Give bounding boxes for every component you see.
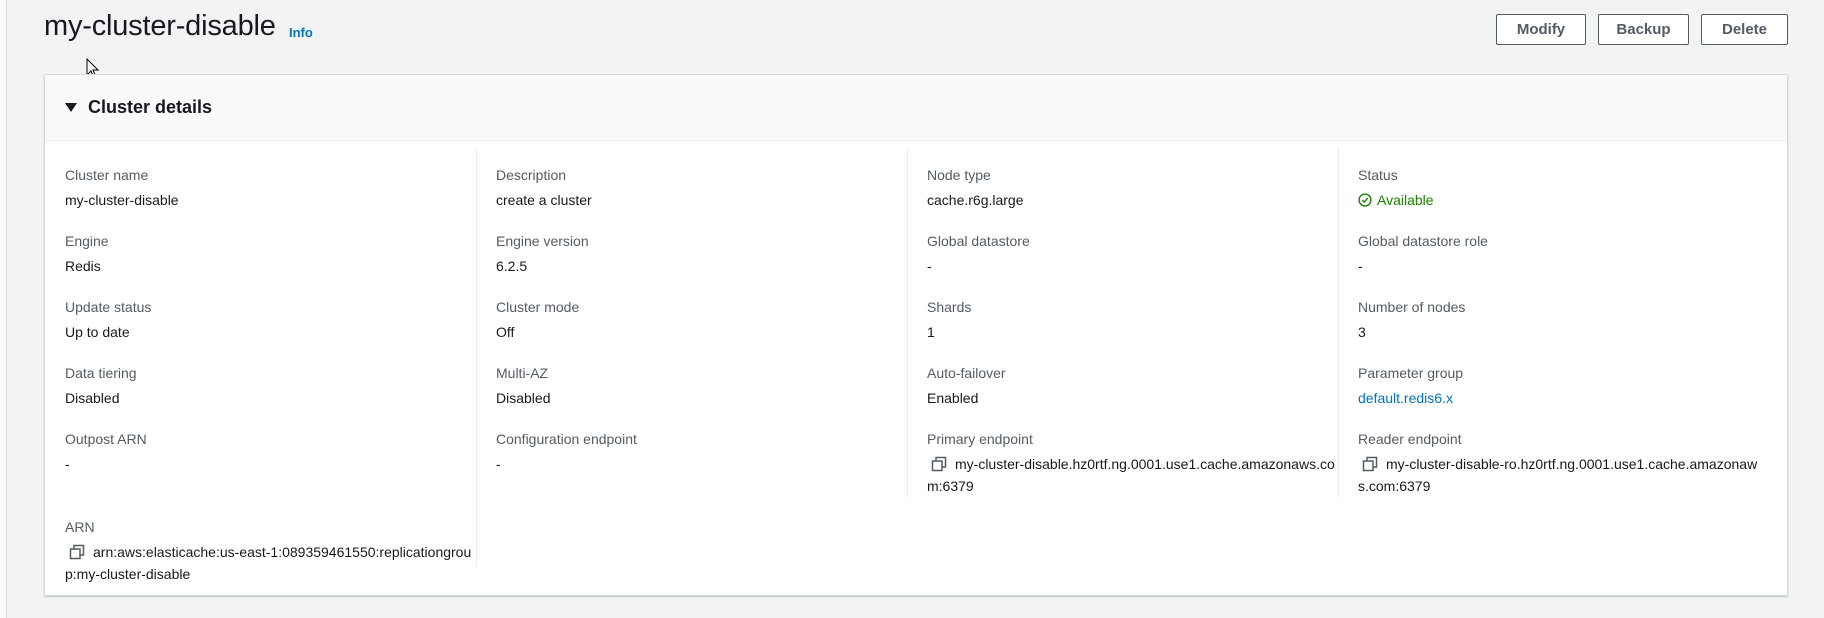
arn-value: arn:aws:elasticache:us-east-1:0893594615… [65, 541, 475, 585]
reader-endpoint-text: my-cluster-disable-ro.hz0rtf.ng.0001.use… [1358, 456, 1758, 494]
reader-endpoint-value: my-cluster-disable-ro.hz0rtf.ng.0001.use… [1358, 453, 1768, 497]
field-label: Auto-failover [927, 365, 1006, 381]
field-engine: Engine Redis [65, 232, 465, 277]
field-value: cache.r6g.large [927, 192, 1024, 208]
delete-button[interactable]: Delete [1701, 14, 1788, 45]
field-label: Engine version [496, 233, 589, 249]
field-label: Configuration endpoint [496, 431, 637, 447]
details-grid: Cluster name my-cluster-disable Engine R… [45, 141, 1787, 595]
primary-endpoint-value: my-cluster-disable.hz0rtf.ng.0001.use1.c… [927, 453, 1337, 497]
field-label: Description [496, 167, 567, 183]
field-label: Cluster name [65, 167, 149, 183]
field-arn: ARN arn:aws:elasticache:us-east-1:089359… [65, 518, 471, 585]
arn-text: arn:aws:elasticache:us-east-1:0893594615… [65, 544, 472, 582]
field-reader-endpoint: Reader endpoint my-cluster-disable-ro.hz… [1358, 430, 1758, 497]
status-text: Available [1377, 192, 1434, 208]
field-value: 6.2.5 [496, 258, 528, 274]
page-title: my-cluster-disable [44, 10, 276, 42]
cluster-details-toggle[interactable]: Cluster details [45, 75, 1787, 141]
field-primary-endpoint: Primary endpoint my-cluster-disable.hz0r… [927, 430, 1335, 497]
info-link[interactable]: Info [289, 25, 313, 40]
field-engine-version: Engine version 6.2.5 [496, 232, 896, 277]
field-value: Off [496, 324, 515, 340]
field-multi-az: Multi-AZ Disabled [496, 364, 896, 409]
field-value: 1 [927, 324, 935, 340]
field-global-datastore-role: Global datastore role - [1358, 232, 1758, 277]
field-label: Data tiering [65, 365, 137, 381]
field-label: Outpost ARN [65, 431, 147, 447]
copy-icon[interactable] [69, 544, 85, 560]
field-label: ARN [65, 519, 95, 535]
details-column-2: Description create a cluster Engine vers… [476, 141, 907, 595]
field-label: Update status [65, 299, 152, 315]
copy-icon[interactable] [931, 456, 947, 472]
field-value: Up to date [65, 324, 130, 340]
parameter-group-link[interactable]: default.redis6.x [1358, 387, 1758, 409]
status-value: Available [1358, 189, 1758, 211]
field-value: Disabled [65, 390, 120, 406]
field-cluster-name: Cluster name my-cluster-disable [65, 166, 465, 211]
field-outpost-arn: Outpost ARN - [65, 430, 465, 475]
field-label: Node type [927, 167, 991, 183]
field-number-of-nodes: Number of nodes 3 [1358, 298, 1758, 343]
panel-title: Cluster details [88, 97, 213, 117]
field-update-status: Update status Up to date [65, 298, 465, 343]
field-label: Shards [927, 299, 972, 315]
check-circle-icon [1358, 193, 1372, 207]
field-value: - [1358, 258, 1363, 274]
field-label: Multi-AZ [496, 365, 549, 381]
modify-button[interactable]: Modify [1496, 14, 1586, 45]
field-data-tiering: Data tiering Disabled [65, 364, 465, 409]
field-value: Disabled [496, 390, 551, 406]
field-label: Global datastore role [1358, 233, 1488, 249]
field-label: Primary endpoint [927, 431, 1033, 447]
field-global-datastore: Global datastore - [927, 232, 1327, 277]
caret-down-icon [65, 103, 77, 112]
field-value: Redis [65, 258, 101, 274]
field-label: Cluster mode [496, 299, 580, 315]
field-label: Status [1358, 167, 1398, 183]
field-value: - [927, 258, 932, 274]
primary-endpoint-text: my-cluster-disable.hz0rtf.ng.0001.use1.c… [927, 456, 1335, 494]
field-parameter-group: Parameter group default.redis6.x [1358, 364, 1758, 409]
field-auto-failover: Auto-failover Enabled [927, 364, 1327, 409]
field-label: Parameter group [1358, 365, 1464, 381]
page-header: my-cluster-disable Info Modify Backup De… [44, 0, 1788, 60]
cluster-details-panel: Cluster details Cluster name my-cluster-… [44, 74, 1788, 596]
field-configuration-endpoint: Configuration endpoint - [496, 430, 896, 475]
details-column-4: Status Available Global datastore role -… [1338, 141, 1769, 595]
field-status: Status Available [1358, 166, 1758, 211]
field-cluster-mode: Cluster mode Off [496, 298, 896, 343]
field-value: - [65, 456, 70, 472]
field-description: Description create a cluster [496, 166, 896, 211]
field-shards: Shards 1 [927, 298, 1327, 343]
details-column-1: Cluster name my-cluster-disable Engine R… [45, 141, 476, 595]
field-label: Global datastore [927, 233, 1030, 249]
details-column-3: Node type cache.r6g.large Global datasto… [907, 141, 1338, 595]
field-value: my-cluster-disable [65, 192, 179, 208]
field-label: Number of nodes [1358, 299, 1466, 315]
backup-button[interactable]: Backup [1598, 14, 1689, 45]
copy-icon[interactable] [1362, 456, 1378, 472]
left-rail [0, 0, 7, 618]
field-label: Reader endpoint [1358, 431, 1462, 447]
field-value: create a cluster [496, 192, 592, 208]
field-value: - [496, 456, 501, 472]
field-label: Engine [65, 233, 109, 249]
field-node-type: Node type cache.r6g.large [927, 166, 1327, 211]
field-value: Enabled [927, 390, 979, 406]
field-value: 3 [1358, 324, 1366, 340]
